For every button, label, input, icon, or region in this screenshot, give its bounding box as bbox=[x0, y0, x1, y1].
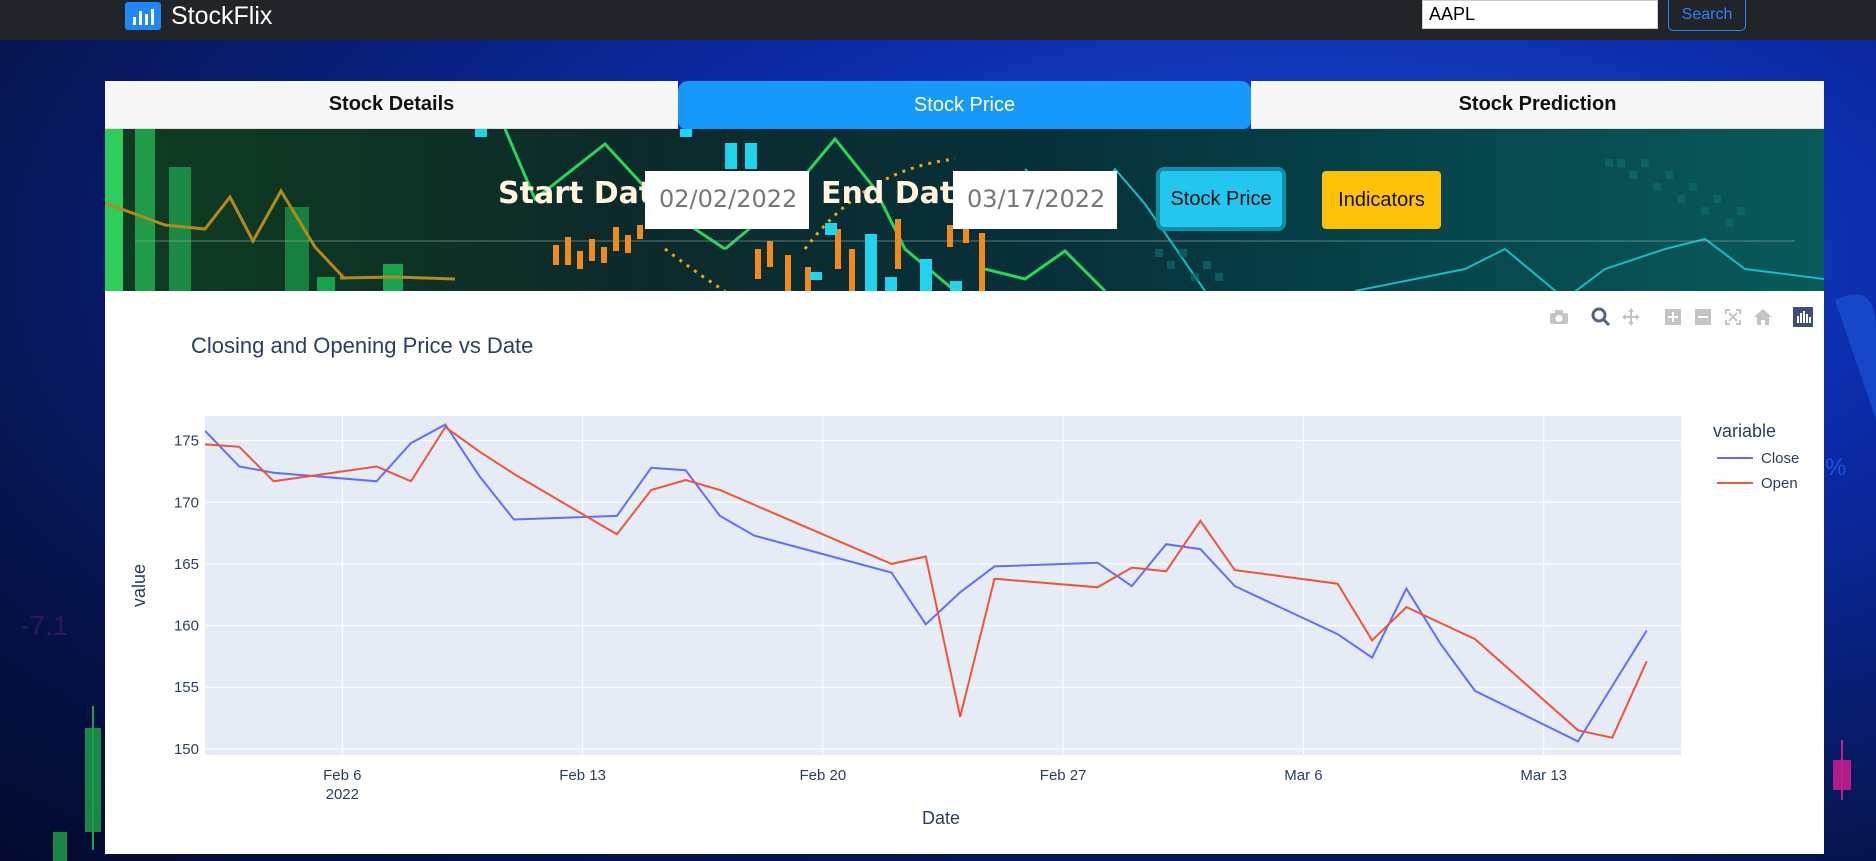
plot-area bbox=[205, 416, 1681, 755]
tab-stock-price[interactable]: Stock Price bbox=[678, 81, 1251, 129]
x-tick-label: Feb 13 bbox=[559, 767, 606, 784]
x-axis-title: Date bbox=[922, 808, 960, 828]
y-tick-label: 150 bbox=[174, 741, 199, 758]
end-date-label: End Date bbox=[821, 176, 975, 211]
x-tick-label: Feb 6 bbox=[323, 767, 361, 784]
x-tick-label: Feb 20 bbox=[800, 767, 847, 784]
chart-card: Closing and Opening Price vs Date 150 155… bbox=[105, 291, 1824, 854]
bar-chart-logo-icon bbox=[125, 2, 161, 30]
y-tick-label: 165 bbox=[174, 556, 199, 573]
svg-text:%: % bbox=[1825, 454, 1846, 481]
line-chart[interactable]: 150 155 160 165 170 175 Feb 6 2022 Feb 13 Feb 20 F… bbox=[105, 291, 1824, 854]
stock-price-button[interactable]: Stock Price bbox=[1156, 167, 1286, 231]
legend-title: variable bbox=[1713, 421, 1777, 441]
search-input[interactable] bbox=[1422, 0, 1658, 29]
x-tick-label: Mar 6 bbox=[1284, 767, 1322, 784]
indicators-button[interactable]: Indicators bbox=[1322, 171, 1441, 229]
y-axis-title: value bbox=[129, 564, 149, 607]
x-tick-label: Mar 13 bbox=[1520, 767, 1567, 784]
svg-text:-7.1: -7.1 bbox=[20, 610, 68, 641]
end-date-input[interactable]: 03/17/2022 bbox=[953, 171, 1117, 229]
y-tick-label: 175 bbox=[174, 433, 199, 450]
date-controls-banner: Start Date 02/02/2022 End Date 03/17/202… bbox=[105, 129, 1824, 291]
brand-name: StockFlix bbox=[171, 1, 273, 30]
x-tick-sublabel: 2022 bbox=[326, 786, 359, 803]
y-tick-label: 155 bbox=[174, 679, 199, 696]
tab-stock-prediction[interactable]: Stock Prediction bbox=[1251, 81, 1824, 129]
navbar: StockFlix Search bbox=[0, 0, 1876, 40]
legend-label-open: Open bbox=[1761, 475, 1798, 492]
legend-label-close: Close bbox=[1761, 450, 1799, 467]
brand[interactable]: StockFlix bbox=[125, 0, 272, 32]
tab-stock-details[interactable]: Stock Details bbox=[105, 81, 678, 129]
tab-bar: Stock Details Stock Price Stock Predicti… bbox=[105, 81, 1824, 129]
y-tick-label: 170 bbox=[174, 494, 199, 511]
x-tick-label: Feb 27 bbox=[1040, 767, 1087, 784]
search-button[interactable]: Search bbox=[1668, 0, 1746, 31]
y-tick-label: 160 bbox=[174, 618, 199, 635]
start-date-input[interactable]: 02/02/2022 bbox=[645, 171, 809, 229]
